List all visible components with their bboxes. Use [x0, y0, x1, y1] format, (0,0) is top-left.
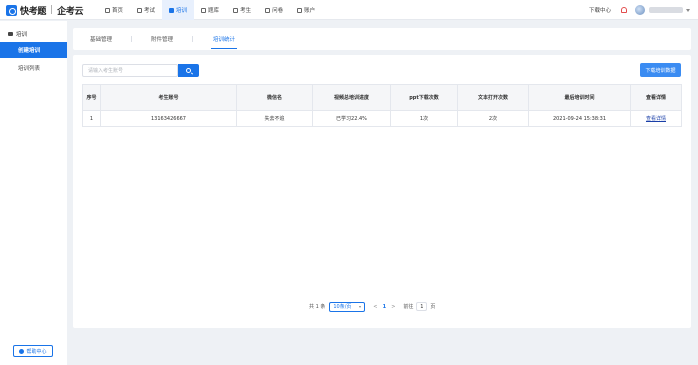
tab-divider [192, 36, 193, 42]
view-details-link[interactable]: 查看详情 [646, 116, 666, 122]
nav-item-exam[interactable]: 考试 [130, 0, 162, 20]
cell-ppt-downloads: 1次 [390, 110, 458, 127]
tab-label: 附件管理 [151, 37, 174, 43]
nav-item-survey[interactable]: 问卷 [258, 0, 290, 20]
tab-training-statistics[interactable]: 培训统计 [210, 28, 238, 50]
nav-item-label: 账户 [304, 8, 316, 14]
nav-item-training[interactable]: 培训 [162, 0, 195, 20]
account-icon [297, 7, 303, 13]
table-header-row: 序号 考生账号 微信名 视频总培训进度 ppt下载次数 文本打开次数 最后培训时… [82, 84, 682, 111]
prev-page-button[interactable]: < [371, 304, 379, 310]
cell-wechat-name: 失去不追 [236, 110, 313, 127]
column-header-last-training-time: 最后培训时间 [528, 84, 631, 111]
help-icon [19, 348, 25, 354]
search-icon [186, 68, 191, 73]
column-header-account: 考生账号 [100, 84, 237, 111]
cell-video-progress: 已学习22.4% [312, 110, 391, 127]
examinee-account-search-input[interactable] [82, 64, 178, 77]
help-center-label: 帮助中心 [26, 348, 47, 355]
sidebar-item-label: 创建培训 [18, 48, 41, 54]
sidebar-item-label: 培训列表 [18, 66, 41, 72]
sidebar: 培训 创建培训 培训列表 帮助中心 [0, 21, 67, 365]
tab-label: 基础管理 [90, 37, 113, 43]
column-header-video-progress: 视频总培训进度 [312, 84, 391, 111]
pagination: 共 1 条 10条/页 < 1 > 前往 1 页 [309, 301, 435, 312]
sidebar-section-header: 培训 [8, 30, 27, 38]
avatar[interactable] [635, 5, 645, 15]
nav-item-question-bank[interactable]: 题库 [194, 0, 226, 20]
column-header-view-details: 查看详情 [630, 84, 682, 111]
column-header-ppt-downloads: ppt下载次数 [390, 84, 458, 111]
cell-index: 1 [82, 110, 101, 127]
tab-basic-management[interactable]: 基础管理 [90, 28, 112, 50]
next-page-button[interactable]: > [389, 304, 397, 310]
help-center-button[interactable]: 帮助中心 [13, 345, 53, 357]
column-header-index: 序号 [82, 84, 101, 111]
table-row: 1 13163426667 失去不追 已学习22.4% 1次 2次 2021-0… [82, 110, 682, 127]
logo-icon [6, 4, 17, 16]
search-button[interactable] [178, 64, 199, 77]
top-right-area: 下载中心 [589, 0, 690, 20]
cell-view-details: 查看详情 [630, 110, 682, 127]
nav-item-examinee[interactable]: 考生 [226, 0, 258, 20]
brand-logo[interactable]: 快考题 | 企考云 [6, 3, 84, 17]
chevron-down-icon[interactable] [686, 8, 690, 12]
sidebar-section-label: 培训 [16, 32, 28, 38]
brand-separator: | [50, 5, 54, 15]
download-training-data-button[interactable]: 下载培训数据 [640, 63, 681, 77]
question-bank-icon [201, 7, 207, 13]
home-icon [105, 7, 110, 13]
page-size-select[interactable]: 10条/页 [329, 301, 366, 312]
tab-label: 培训统计 [213, 37, 236, 43]
goto-page-input[interactable]: 1 [416, 302, 428, 311]
nav-item-label: 考生 [240, 8, 252, 14]
training-section-icon [8, 32, 13, 36]
sub-tabs: 基础管理 附件管理 培训统计 [73, 28, 691, 50]
nav-item-label: 首页 [112, 8, 124, 14]
pagination-total: 共 1 条 [309, 304, 326, 310]
training-stats-table: 序号 考生账号 微信名 视频总培训进度 ppt下载次数 文本打开次数 最后培训时… [82, 84, 682, 127]
column-header-text-opens: 文本打开次数 [457, 84, 529, 111]
survey-icon [265, 7, 271, 13]
top-bar: 快考题 | 企考云 首页 考试 培训 题库 考生 问卷 账户 下载中心 [0, 0, 698, 20]
tab-attachment-management[interactable]: 附件管理 [151, 28, 173, 50]
page-number-current[interactable]: 1 [379, 304, 389, 310]
column-header-wechat-name: 微信名 [236, 84, 313, 111]
download-center-link[interactable]: 下载中心 [589, 6, 611, 14]
examinee-icon [233, 7, 239, 13]
content-panel: 下载培训数据 序号 考生账号 微信名 视频总培训进度 ppt下载次数 文本打开次… [73, 55, 691, 328]
brand-name: 快考题 [20, 6, 47, 17]
exam-icon [137, 7, 143, 13]
nav-item-label: 考试 [144, 8, 156, 14]
brand-sub: 企考云 [57, 6, 84, 17]
goto-label: 前往 [403, 304, 414, 310]
nav-item-label: 题库 [208, 8, 220, 14]
chevron-down-icon [359, 305, 362, 308]
tab-divider [131, 36, 132, 42]
username-placeholder[interactable] [649, 7, 683, 13]
sidebar-item-training-list[interactable]: 培训列表 [0, 60, 67, 76]
training-icon [169, 7, 175, 13]
cell-account: 13163426667 [100, 110, 237, 127]
main-nav: 首页 考试 培训 题库 考生 问卷 账户 [98, 0, 322, 20]
nav-item-label: 培训 [176, 8, 188, 14]
sidebar-item-create-training[interactable]: 创建培训 [0, 42, 67, 58]
page-suffix: 页 [430, 304, 436, 310]
nav-item-account[interactable]: 账户 [290, 0, 322, 20]
page-size-value: 10条/页 [333, 304, 352, 310]
nav-item-label: 问卷 [272, 8, 284, 14]
cell-last-training-time: 2021-09-24 15:38:31 [528, 110, 631, 127]
notification-bell-icon[interactable] [621, 7, 627, 13]
cell-text-opens: 2次 [457, 110, 529, 127]
nav-item-home[interactable]: 首页 [98, 0, 130, 20]
